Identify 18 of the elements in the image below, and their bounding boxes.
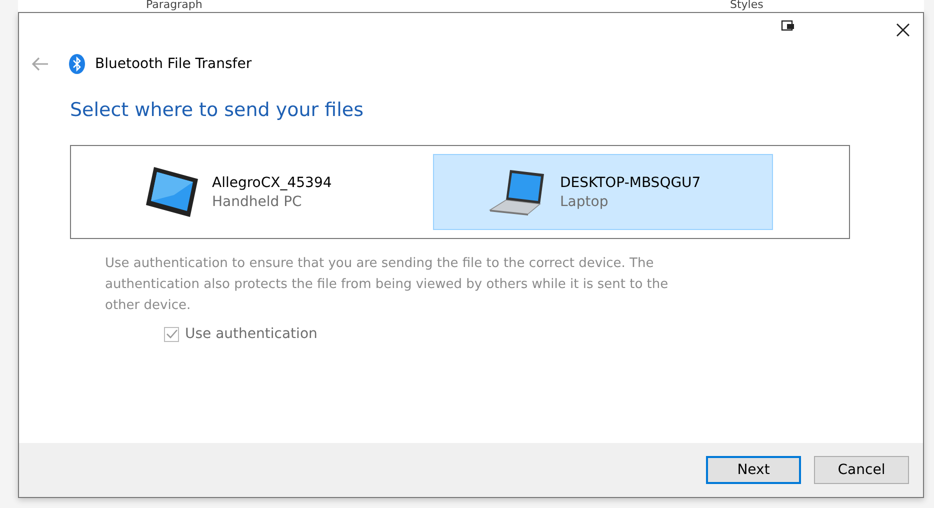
ribbon-group-label: Styles — [730, 0, 764, 11]
device-name: AllegroCX_45394 — [212, 174, 332, 190]
device-type: Handheld PC — [212, 194, 303, 210]
checkbox-label: Use authentication — [185, 326, 318, 342]
dialog-button[interactable]: Cancel — [814, 456, 909, 484]
bluetooth-icon — [69, 54, 85, 74]
ribbon-group-label: Paragraph — [146, 0, 202, 11]
close-icon[interactable] — [895, 22, 911, 38]
page-heading: Select where to send your files — [70, 99, 364, 121]
description-text: Use authentication to ensure that you are sending the file to the correct device. The authentication also protects the file from being viewed by others while it is sent to the other device. — [105, 255, 670, 315]
window-title: Bluetooth File Transfer — [95, 56, 252, 72]
device-item[interactable]: DESKTOP-MBSQGU7 Laptop — [433, 154, 773, 230]
device-item[interactable]: AllegroCX_45394 Handheld PC — [73, 154, 433, 230]
device-type: Laptop — [560, 194, 610, 210]
dialog-button[interactable]: Next — [706, 456, 801, 484]
device-name: DESKTOP-MBSQGU7 — [560, 174, 701, 190]
tablet-icon — [144, 165, 200, 219]
window-restore-icon[interactable] — [781, 20, 795, 32]
